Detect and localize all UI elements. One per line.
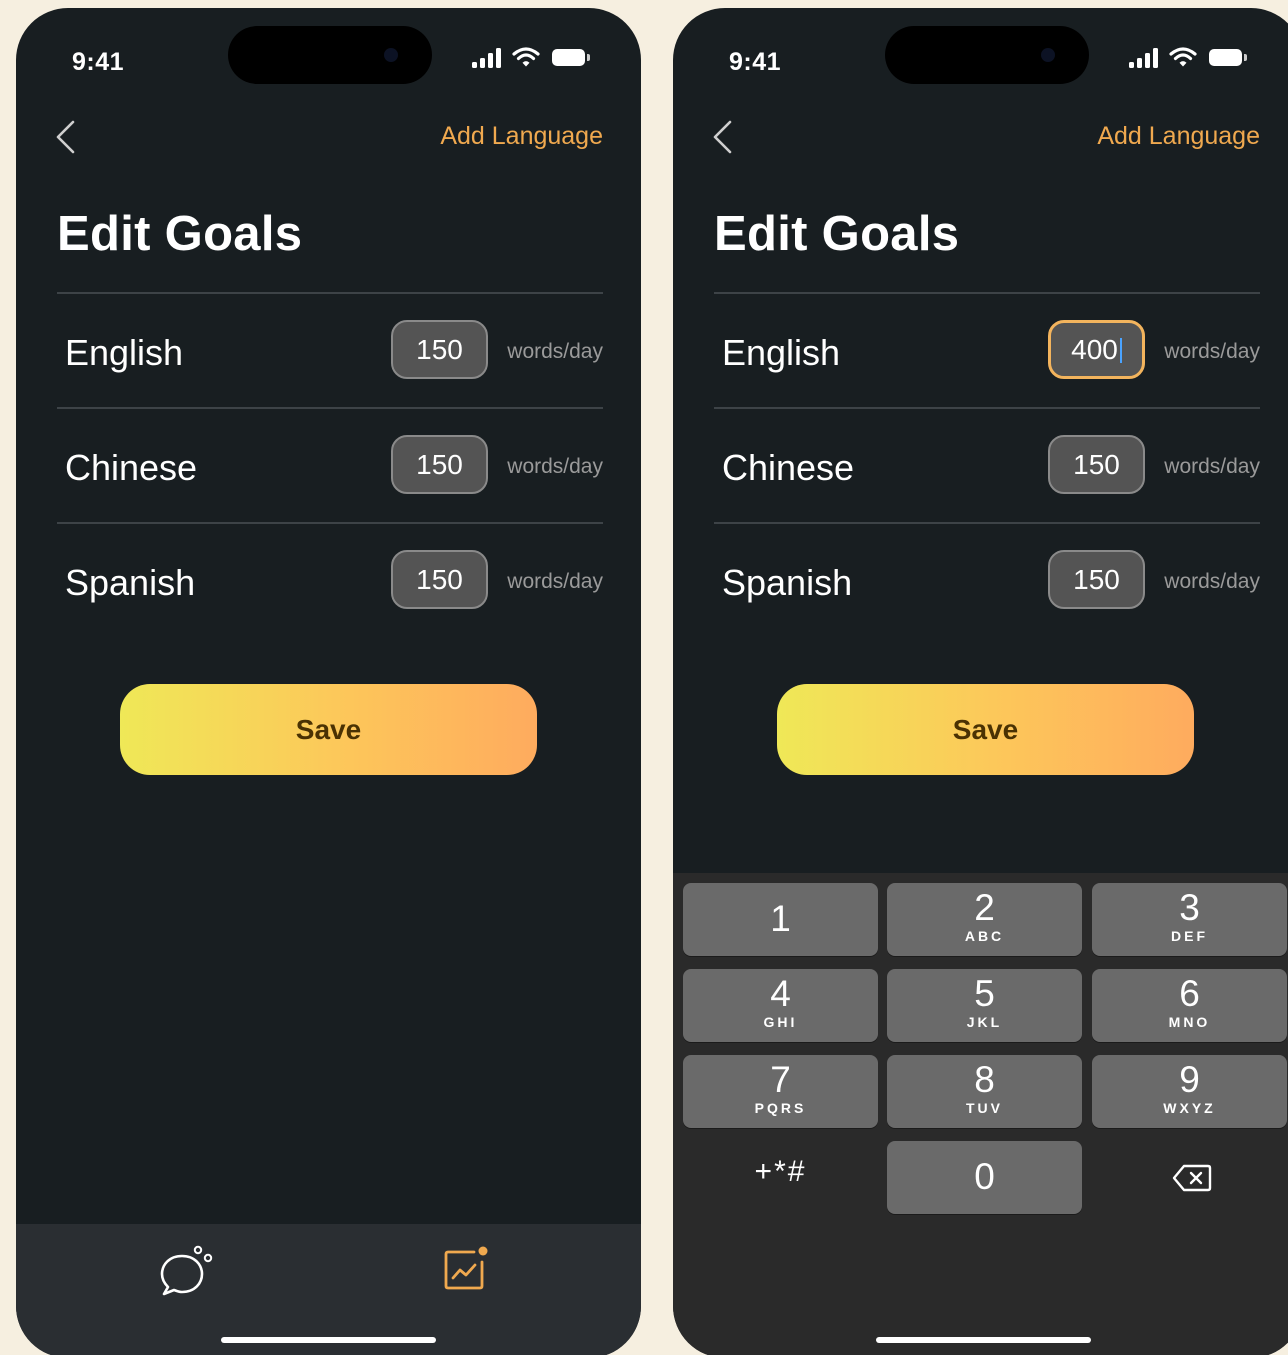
goal-input-english[interactable]: 150 [391,320,488,379]
key-9[interactable]: 9 WXYZ [1092,1055,1287,1128]
page-title: Edit Goals [714,207,960,261]
status-time: 9:41 [72,48,125,76]
save-button[interactable]: Save [120,684,537,775]
wifi-icon [512,47,540,67]
goal-input-english-focused[interactable]: 400 [1048,320,1145,379]
phone-screen-right: 9:41 Add Language Edit Goals English 400… [673,8,1288,1355]
unit-label: words/day [507,455,603,478]
status-icons [472,46,602,70]
unit-label: words/day [1164,340,1260,363]
goal-row-english: English 150 words/day [57,294,603,408]
goal-input-chinese[interactable]: 150 [1048,435,1145,494]
battery-icon [552,49,590,66]
goal-input-spanish[interactable]: 150 [391,550,488,609]
language-label: Chinese [65,447,198,488]
save-button[interactable]: Save [777,684,1194,775]
language-label: English [722,332,841,373]
phone-screen-left: 9:41 Add Language Edit Goals English 150… [16,8,641,1355]
back-chevron-icon[interactable] [711,120,735,154]
home-indicator [221,1337,436,1343]
key-delete[interactable] [1092,1141,1287,1214]
unit-label: words/day [507,340,603,363]
add-language-button[interactable]: Add Language [1097,122,1260,151]
wifi-icon [1169,47,1197,67]
battery-icon [1209,49,1247,66]
goal-row-chinese: Chinese 150 words/day [57,409,603,523]
numeric-keypad: 1 2 ABC 3 DEF 4 GHI 5 JKL 6 MNO 7 PQRS 8 TUV 9W… [673,873,1288,1355]
status-time: 9:41 [729,48,782,76]
chat-bubble-icon[interactable] [158,1244,216,1296]
key-0[interactable]: 0 [887,1141,1082,1214]
goal-input-spanish[interactable]: 150 [1048,550,1145,609]
dynamic-island [885,26,1089,84]
key-4[interactable]: 4 GHI [683,969,878,1042]
language-label: Spanish [722,562,853,603]
cellular-signal-icon [472,48,502,68]
goal-input-value: 400 [1071,334,1118,365]
key-6[interactable]: 6 MNO [1092,969,1287,1042]
add-language-button[interactable]: Add Language [440,122,603,151]
home-indicator [876,1337,1091,1343]
back-chevron-icon[interactable] [54,120,78,154]
language-label: English [65,332,184,373]
goal-row-chinese: Chinese 150 words/day [714,409,1260,523]
goal-row-english: English 400 words/day [714,294,1260,408]
language-label: Chinese [722,447,855,488]
key-8[interactable]: 8 TUV [887,1055,1082,1128]
status-icons [1129,46,1259,70]
dynamic-island [228,26,432,84]
key-5[interactable]: 5 JKL [887,969,1082,1042]
goal-row-spanish: Spanish 150 words/day [714,524,1260,638]
backspace-icon [1172,1164,1212,1192]
unit-label: words/day [507,570,603,593]
tab-bar [16,1224,641,1355]
goal-row-spanish: Spanish 150 words/day [57,524,603,638]
unit-label: words/day [1164,570,1260,593]
goal-input-chinese[interactable]: 150 [391,435,488,494]
key-3[interactable]: 3 DEF [1092,883,1287,956]
text-cursor [1119,338,1122,363]
language-label: Spanish [65,562,196,603]
page-title: Edit Goals [57,207,303,261]
cellular-signal-icon [1129,48,1159,68]
progress-chart-icon[interactable] [442,1244,490,1292]
key-1[interactable]: 1 [683,883,878,956]
key-symbols[interactable]: +*# [683,1141,878,1214]
key-2[interactable]: 2 ABC [887,883,1082,956]
unit-label: words/day [1164,455,1260,478]
key-7[interactable]: 7 PQRS [683,1055,878,1128]
